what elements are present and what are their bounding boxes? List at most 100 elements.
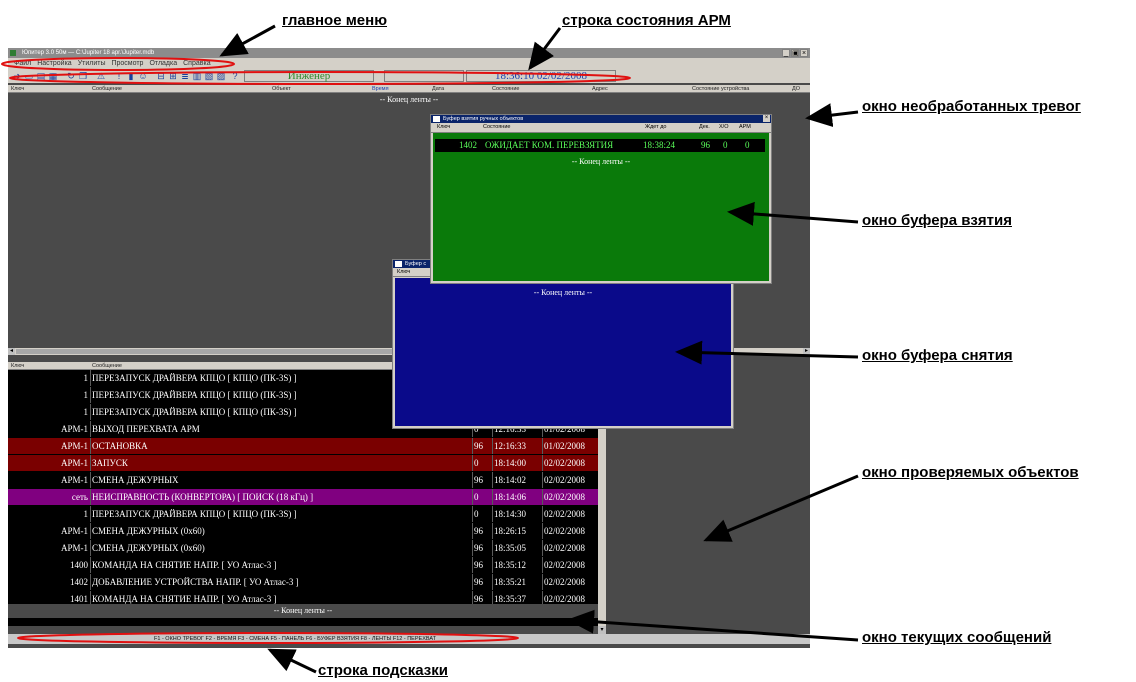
alarms-col-address[interactable]: Адрес [592,85,608,93]
title-bar: Юпитер 3.0 50м — C:\Jupiter 18 apr.\Jupi… [8,48,810,58]
exit-icon[interactable]: ➜ [12,71,22,81]
row-date: 02/02/2008 [544,560,586,570]
alarms-col-state[interactable]: Состояние [492,85,519,93]
print-icon[interactable]: ▤ [36,71,46,81]
filter-icon[interactable]: ▧ [204,71,214,81]
operator-name: Инженер [287,70,331,82]
row-device: 96 [474,577,483,587]
row-key: АРМ-1 [60,526,88,536]
layout-grid-icon[interactable]: ⊞ [168,71,178,81]
help-icon[interactable]: ? [230,71,240,81]
table-row[interactable]: сеть НЕИСПРАВНОСТЬ (КОНВЕРТОРА) [ ПОИСК (… [8,489,598,505]
copy-icon[interactable]: ❐ [78,71,88,81]
scroll-right-icon[interactable]: ▸ [803,348,810,355]
user-icon[interactable]: ☺ [138,71,148,81]
close-button[interactable]: × [800,49,808,57]
menu-debug[interactable]: Отладка [149,58,177,69]
scroll-left-icon[interactable]: ◂ [8,348,15,355]
row-device: 96 [474,475,483,485]
alarms-col-device-state[interactable]: Состояние устройства [692,85,749,93]
column-divider [542,472,543,488]
row-key: 1 [83,390,89,400]
table-row[interactable]: 1400 КОМАНДА НА СНЯТИЕ НАПР. [ УО Атлас-3… [8,557,598,573]
minimize-button[interactable]: _ [782,49,790,57]
alarms-col-message[interactable]: Сообщение [92,85,122,93]
info-icon[interactable]: ! [114,71,124,81]
column-divider [90,574,91,590]
table-row[interactable]: АРМ-1 ЗАПУСК 0 18:14:00 02/02/2008 [8,455,598,471]
alarm-icon[interactable]: ⚠ [96,71,106,81]
column-divider [492,455,493,471]
doc-icon[interactable]: ▨ [216,71,226,81]
column-divider [492,540,493,556]
row-key: АРМ-1 [60,458,88,468]
column-divider [542,540,543,556]
capture-col-dec[interactable]: Дек. [699,123,710,132]
column-divider [492,438,493,454]
maximize-button[interactable]: ▣ [791,49,799,57]
column-divider [90,370,91,386]
release-buffer-title: Буфер с [405,261,427,267]
alarms-col-date[interactable]: Дата [432,85,444,93]
row-key: АРМ-1 [60,441,88,451]
capture-col-state[interactable]: Состояние [483,123,510,132]
row-time: 18:35:12 [494,560,527,570]
table-row[interactable]: 1402 ДОБАВЛЕНИЕ УСТРОЙСТВА НАПР. [ УО Атл… [8,574,598,590]
datetime-status: 18:36:10 02/02/2008 [466,70,616,82]
column-divider [472,472,473,488]
monitor-icon[interactable]: ▭ [24,71,34,81]
capture-col-arm[interactable]: АРМ [739,123,751,132]
row-device: 0 [474,458,479,468]
menu-settings[interactable]: Настройка [37,58,71,69]
capture-close-button[interactable]: × [763,115,770,122]
capture-col-key[interactable]: Ключ [437,123,450,132]
capture-buffer-titlebar[interactable]: Буфер взятия ручных объектов × [431,115,771,123]
menu-view[interactable]: Просмотр [111,58,143,69]
column-divider [542,574,543,590]
table-row[interactable]: АРМ-1 СМЕНА ДЕЖУРНЫХ 96 18:14:02 02/02/2008 [8,472,598,488]
column-divider [542,523,543,539]
book-icon[interactable]: ▥ [192,71,202,81]
scroll-down-icon[interactable]: ▾ [598,626,606,634]
layout-list-icon[interactable]: ≣ [180,71,190,81]
capture-col-xo[interactable]: Х/О [719,123,728,132]
column-divider [90,540,91,556]
layout-split-icon[interactable]: ⊟ [156,71,166,81]
row-date: 02/02/2008 [544,526,586,536]
chart-icon[interactable]: ▮ [126,71,136,81]
release-buffer-body: -- Конец ленты -- [395,278,731,426]
release-col-key[interactable]: Ключ [397,269,410,275]
column-divider [90,387,91,403]
alarms-end-tape: -- Конец ленты -- [379,95,439,104]
alarms-hscroll-thumb[interactable] [16,349,396,354]
menu-utilities[interactable]: Утилиты [78,58,106,69]
row-device: 96 [474,526,483,536]
column-divider [542,455,543,471]
row-key: АРМ-1 [60,475,88,485]
row-key: АРМ-1 [60,424,88,434]
alarms-col-object[interactable]: Объект [272,85,291,93]
menu-help[interactable]: Справка [183,58,210,69]
menu-file[interactable]: Файл [14,58,31,69]
messages-col-message[interactable]: Сообщение [92,362,122,370]
row-key: 1 [83,373,89,383]
alarms-col-key[interactable]: Ключ [11,85,24,93]
release-buffer-window: Буфер с Ключ -- Конец ленты -- [392,259,734,429]
arrow-alarms [805,103,859,128]
table-row[interactable]: АРМ-1 СМЕНА ДЕЖУРНЫХ (0x60) 96 18:35:05 02/0… [8,540,598,556]
column-divider [90,557,91,573]
alarms-col-do[interactable]: ДО [792,85,800,93]
capture-row-state: ОЖИДАЕТ КОМ. ПЕРЕВЗЯТИЯ [485,140,614,150]
column-divider [472,574,473,590]
refresh-icon[interactable]: ↻ [66,71,76,81]
alarms-col-time[interactable]: Время [372,85,389,93]
capture-col-wait[interactable]: Ждет до [645,123,666,132]
table-icon[interactable]: ▦ [48,71,58,81]
table-row[interactable]: АРМ-1 ОСТАНОВКА 96 12:16:33 01/02/2008 [8,438,598,454]
table-row[interactable]: 1 ПЕРЕЗАПУСК ДРАЙВЕРА КПЦО [ КПЦО (ПК-3S)… [8,506,598,522]
label-current-messages: окно текущих сообщений [862,629,1052,646]
capture-row[interactable]: 1402 ОЖИДАЕТ КОМ. ПЕРЕВЗЯТИЯ 18:38:24 96… [435,139,765,152]
table-row[interactable]: АРМ-1 СМЕНА ДЕЖУРНЫХ (0x60) 96 18:26:15 02/0… [8,523,598,539]
row-key: 1400 [70,560,88,570]
messages-col-key[interactable]: Ключ [11,362,24,370]
